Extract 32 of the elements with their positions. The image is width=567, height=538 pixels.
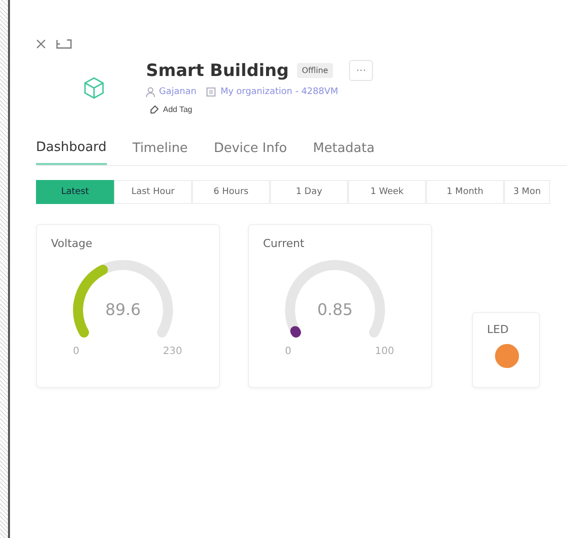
- gauge-value: 89.6: [104, 300, 142, 319]
- more-button[interactable]: ···: [349, 60, 374, 81]
- tab[interactable]: Device Info: [214, 140, 288, 165]
- device-title: Smart Building: [146, 60, 289, 80]
- tab[interactable]: Metadata: [313, 140, 375, 165]
- add-tag-button[interactable]: Add Tag: [146, 103, 196, 116]
- gauge-min: 0: [73, 346, 80, 357]
- tag-icon: [150, 105, 159, 114]
- range-button[interactable]: 6 Hours: [192, 180, 270, 204]
- gauge-value: 0.85: [316, 300, 354, 319]
- gauge-max: 100: [375, 346, 394, 357]
- range-button[interactable]: 1 Month: [426, 180, 504, 204]
- cube-icon: [84, 77, 104, 99]
- organization-link[interactable]: My organization - 4288VM: [220, 87, 338, 97]
- widget-title: Voltage: [51, 237, 94, 250]
- owner-link[interactable]: Gajanan: [159, 87, 196, 97]
- range-button[interactable]: 1 Day: [270, 180, 348, 204]
- range-button[interactable]: Latest: [36, 180, 114, 204]
- gauge-max: 230: [163, 346, 182, 357]
- close-icon[interactable]: [36, 39, 46, 49]
- tab[interactable]: Timeline: [132, 140, 188, 165]
- user-icon: [146, 87, 155, 97]
- range-button[interactable]: 1 Week: [348, 180, 426, 204]
- widget-title: Current: [263, 237, 306, 250]
- building-icon: [206, 87, 216, 97]
- expand-icon[interactable]: [56, 39, 72, 49]
- status-badge: Offline: [296, 63, 334, 78]
- gauge-min: 0: [285, 346, 292, 357]
- range-button[interactable]: Last Hour: [114, 180, 192, 204]
- range-button[interactable]: 3 Mon: [504, 180, 550, 204]
- widget-title: LED: [487, 323, 510, 336]
- tab[interactable]: Dashboard: [36, 140, 107, 165]
